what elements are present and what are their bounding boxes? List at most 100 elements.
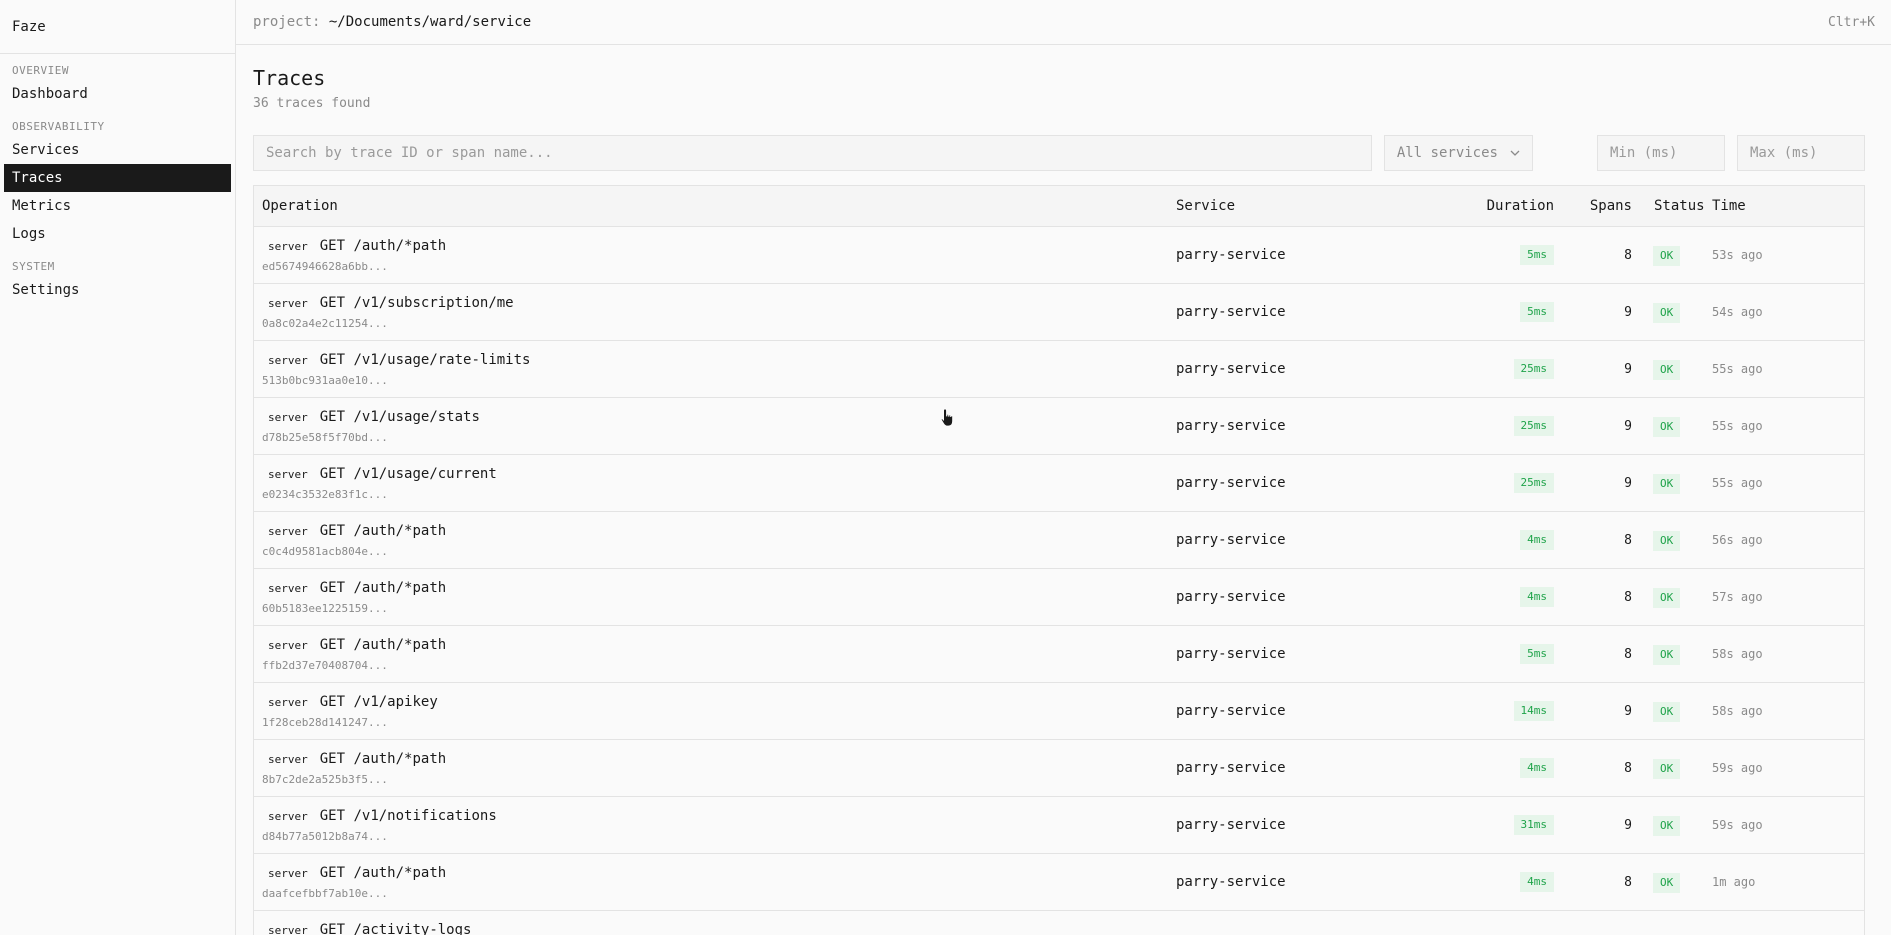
max-duration-input[interactable]: [1737, 135, 1865, 171]
service-name: parry-service: [1176, 646, 1286, 662]
span-kind-label: server: [268, 410, 308, 424]
nav-section-overview: OVERVIEW: [12, 64, 69, 77]
table-body: server GET /auth/*path ed5674946628a6bb...…: [254, 227, 1864, 935]
duration-cell: 5ms: [1468, 245, 1554, 265]
duration-cell: 25ms: [1468, 473, 1554, 493]
table-row[interactable]: server GET /auth/*path 8b7c2de2a525b3f5...…: [254, 740, 1864, 797]
relative-time: 56s ago: [1712, 533, 1763, 547]
nav-section-system: SYSTEM: [12, 260, 55, 273]
operation-line: server GET /v1/usage/rate-limits: [262, 350, 1176, 370]
span-kind-label: server: [268, 695, 308, 709]
status-cell: OK: [1632, 244, 1712, 266]
table-row[interactable]: server GET /auth/*path daafcefbbf7ab10e...…: [254, 854, 1864, 911]
sidebar-item-settings[interactable]: Settings: [4, 276, 231, 304]
status-badge: OK: [1653, 588, 1681, 608]
table-row[interactable]: server GET /v1/subscription/me 0a8c02a4e2c…: [254, 284, 1864, 341]
page-title: Traces: [253, 66, 326, 90]
header-time[interactable]: Time: [1712, 198, 1864, 214]
filters-spacer: [1545, 135, 1585, 171]
table-row[interactable]: server GET /auth/*path c0c4d9581acb804e...…: [254, 512, 1864, 569]
traces-count: 36 traces found: [253, 96, 371, 111]
service-name: parry-service: [1176, 475, 1286, 491]
service-name: parry-service: [1176, 418, 1286, 434]
operation-name: GET /auth/*path: [319, 238, 447, 254]
span-kind-label: server: [268, 524, 308, 538]
header-duration[interactable]: Duration: [1468, 198, 1554, 214]
hand-cursor-icon: [940, 408, 953, 427]
relative-time: 1m ago: [1712, 875, 1756, 889]
status-cell: OK: [1632, 757, 1712, 779]
search-input[interactable]: [253, 135, 1372, 171]
header-status[interactable]: Status: [1632, 198, 1712, 214]
sidebar-item-dashboard[interactable]: Dashboard: [4, 80, 231, 108]
service-name: parry-service: [1176, 532, 1286, 548]
status-badge: OK: [1653, 645, 1681, 665]
operation-name: GET /auth/*path: [319, 637, 447, 653]
duration-cell: 25ms: [1468, 416, 1554, 436]
duration-badge: 14ms: [1513, 701, 1554, 721]
relative-time: 57s ago: [1712, 590, 1763, 604]
operation-line: server GET /auth/*path: [262, 863, 1176, 883]
duration-badge: 25ms: [1513, 359, 1554, 379]
operation-line: server GET /v1/usage/current: [262, 464, 1176, 484]
traces-table: Operation Service Duration Spans Status …: [253, 185, 1865, 935]
header-operation[interactable]: Operation: [254, 198, 1176, 214]
sidebar-item-services[interactable]: Services: [4, 136, 231, 164]
table-row[interactable]: server GET /v1/notifications d84b77a5012b8…: [254, 797, 1864, 854]
span-count: 9: [1624, 361, 1632, 377]
min-duration-input[interactable]: [1597, 135, 1725, 171]
operation-cell: server GET /v1/apikey 1f28ceb28d141247...: [254, 692, 1176, 730]
table-row[interactable]: server GET /auth/*path ed5674946628a6bb...…: [254, 227, 1864, 284]
table-header: Operation Service Duration Spans Status …: [254, 186, 1864, 227]
operation-line: server GET /v1/notifications: [262, 806, 1176, 826]
relative-time: 59s ago: [1712, 761, 1763, 775]
table-row[interactable]: server GET /v1/apikey 1f28ceb28d141247... p…: [254, 683, 1864, 740]
service-select[interactable]: All services: [1383, 135, 1534, 171]
operation-cell: server GET /auth/*path 8b7c2de2a525b3f5...: [254, 749, 1176, 787]
span-count: 8: [1624, 874, 1632, 890]
table-row[interactable]: server GET /activity-logs: [254, 911, 1864, 935]
duration-badge: 5ms: [1520, 245, 1554, 265]
status-badge: OK: [1653, 873, 1681, 893]
nav-section-observability: OBSERVABILITY: [12, 120, 105, 133]
table-row[interactable]: server GET /auth/*path 60b5183ee1225159...…: [254, 569, 1864, 626]
header-service[interactable]: Service: [1176, 198, 1468, 214]
operation-line: server GET /auth/*path: [262, 635, 1176, 655]
header-spans[interactable]: Spans: [1554, 198, 1632, 214]
operation-cell: server GET /auth/*path ffb2d37e70408704...: [254, 635, 1176, 673]
sidebar-item-traces[interactable]: Traces: [4, 164, 231, 192]
trace-id: 513b0bc931aa0e10...: [262, 374, 388, 387]
chevron-down-icon: [1510, 150, 1520, 156]
sidebar-item-logs[interactable]: Logs: [4, 220, 231, 248]
project-path: ~/Documents/ward/service: [328, 14, 532, 30]
duration-badge: 25ms: [1513, 473, 1554, 493]
operation-name: GET /auth/*path: [319, 865, 447, 881]
sidebar-item-metrics[interactable]: Metrics: [4, 192, 231, 220]
duration-cell: 14ms: [1468, 701, 1554, 721]
operation-name: GET /activity-logs: [319, 922, 472, 935]
topbar: project: ~/Documents/ward/service Cltr+K: [236, 0, 1891, 45]
status-cell: OK: [1632, 358, 1712, 380]
relative-time: 55s ago: [1712, 476, 1763, 490]
status-cell: OK: [1632, 472, 1712, 494]
project-indicator[interactable]: project: ~/Documents/ward/service: [253, 14, 531, 30]
duration-cell: 25ms: [1468, 359, 1554, 379]
relative-time: 59s ago: [1712, 818, 1763, 832]
sidebar: Faze OVERVIEW Dashboard OBSERVABILITY Se…: [0, 0, 236, 935]
status-badge: OK: [1653, 246, 1681, 266]
status-cell: OK: [1632, 700, 1712, 722]
table-row[interactable]: server GET /auth/*path ffb2d37e70408704...…: [254, 626, 1864, 683]
trace-id: 1f28ceb28d141247...: [262, 716, 388, 729]
brand-logo[interactable]: Faze: [0, 0, 235, 54]
relative-time: 58s ago: [1712, 647, 1763, 661]
trace-id: c0c4d9581acb804e...: [262, 545, 388, 558]
span-count: 8: [1624, 532, 1632, 548]
command-shortcut[interactable]: Cltr+K: [1828, 15, 1875, 30]
table-row[interactable]: server GET /v1/usage/stats d78b25e58f5f70b…: [254, 398, 1864, 455]
operation-line: server GET /activity-logs: [262, 920, 1176, 935]
table-row[interactable]: server GET /v1/usage/current e0234c3532e83…: [254, 455, 1864, 512]
status-cell: OK: [1632, 814, 1712, 836]
span-count: 8: [1624, 247, 1632, 263]
table-row[interactable]: server GET /v1/usage/rate-limits 513b0bc93…: [254, 341, 1864, 398]
duration-cell: 31ms: [1468, 815, 1554, 835]
